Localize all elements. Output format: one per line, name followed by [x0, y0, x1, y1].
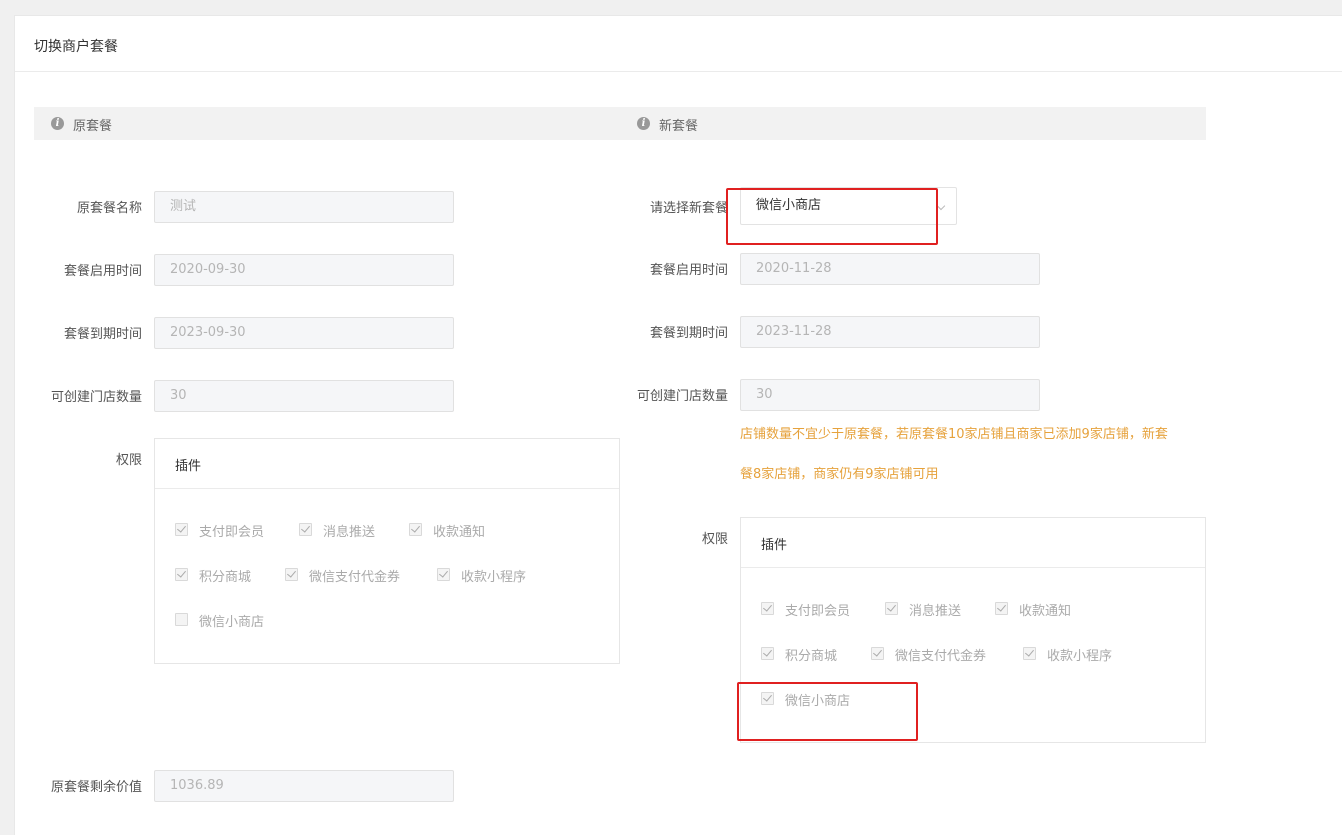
plugin-label: 支付即会员 — [199, 525, 265, 540]
highlight-box — [726, 188, 938, 245]
new-start-date-input: 2020-11-28 — [740, 253, 1040, 285]
checkbox-icon — [1023, 647, 1036, 660]
plugin-label: 消息推送 — [323, 525, 376, 540]
info-icon: i — [637, 117, 650, 130]
store-count-hint-line-2: 餐8家店铺，商家仍有9家店铺可用 — [740, 467, 939, 482]
old-plan-section-title: 原套餐 — [73, 119, 113, 134]
new-plan-section-header: i 新套餐 — [620, 107, 1206, 140]
old-remaining-value-input: 1036.89 — [154, 770, 454, 802]
old-permission-label: 权限 — [115, 453, 142, 468]
checkbox-icon — [885, 602, 898, 615]
highlight-box — [737, 682, 918, 741]
checkbox-icon — [175, 568, 188, 581]
old-permission-box: 插件 支付即会员 消息推送 收款通知 积分商城 微信支付代金券 收款小程序 微信… — [154, 438, 620, 664]
checkbox-icon — [995, 602, 1008, 615]
page-title: 切换商户套餐 — [34, 39, 118, 55]
checkbox-icon — [761, 647, 774, 660]
checkbox-icon — [761, 602, 774, 615]
checkbox-icon — [299, 523, 312, 536]
old-store-count-label: 可创建门店数量 — [50, 390, 142, 405]
plugin-header: 插件 — [741, 518, 1205, 568]
card-header: 切换商户套餐 — [15, 16, 1342, 72]
new-end-date-input: 2023-11-28 — [740, 316, 1040, 348]
plugin-label: 收款小程序 — [461, 570, 527, 585]
plugin-title: 插件 — [761, 538, 788, 553]
checkbox-icon — [285, 568, 298, 581]
old-store-count-input: 30 — [154, 380, 454, 412]
old-plan-name-input: 测试 — [154, 191, 454, 223]
old-plan-section-header: i 原套餐 — [34, 107, 620, 140]
old-remaining-value-label: 原套餐剩余价值 — [50, 780, 142, 795]
plugin-label: 微信小商店 — [199, 615, 265, 630]
checkbox-icon — [871, 647, 884, 660]
old-end-date-input: 2023-09-30 — [154, 317, 454, 349]
old-plan-name-label: 原套餐名称 — [76, 201, 142, 216]
old-end-date-label: 套餐到期时间 — [63, 327, 142, 342]
new-plan-select-label: 请选择新套餐 — [649, 201, 728, 216]
new-permission-label: 权限 — [701, 532, 728, 547]
plugin-label: 收款通知 — [433, 525, 486, 540]
checkbox-icon — [409, 523, 422, 536]
new-store-count-input: 30 — [740, 379, 1040, 411]
plugin-label: 积分商城 — [199, 570, 252, 585]
new-start-date-label: 套餐启用时间 — [649, 263, 728, 278]
info-icon: i — [51, 117, 64, 130]
old-start-date-label: 套餐启用时间 — [63, 264, 142, 279]
new-plan-section-title: 新套餐 — [659, 119, 699, 134]
plugin-label: 积分商城 — [785, 649, 838, 664]
plugin-title: 插件 — [175, 459, 202, 474]
new-store-count-label: 可创建门店数量 — [636, 389, 728, 404]
plugin-label: 消息推送 — [909, 604, 962, 619]
plugin-header: 插件 — [155, 439, 619, 489]
plugin-label: 收款小程序 — [1047, 649, 1113, 664]
plugin-label: 收款通知 — [1019, 604, 1072, 619]
plugin-label: 微信支付代金券 — [895, 649, 987, 664]
checkbox-icon — [175, 613, 188, 626]
old-start-date-input: 2020-09-30 — [154, 254, 454, 286]
new-end-date-label: 套餐到期时间 — [649, 326, 728, 341]
checkbox-icon — [175, 523, 188, 536]
plugin-label: 支付即会员 — [785, 604, 851, 619]
plugin-label: 微信支付代金券 — [309, 570, 401, 585]
store-count-hint-line-1: 店铺数量不宜少于原套餐，若原套餐10家店铺且商家已添加9家店铺，新套 — [740, 427, 1168, 442]
checkbox-icon — [437, 568, 450, 581]
chevron-down-icon — [936, 201, 946, 211]
